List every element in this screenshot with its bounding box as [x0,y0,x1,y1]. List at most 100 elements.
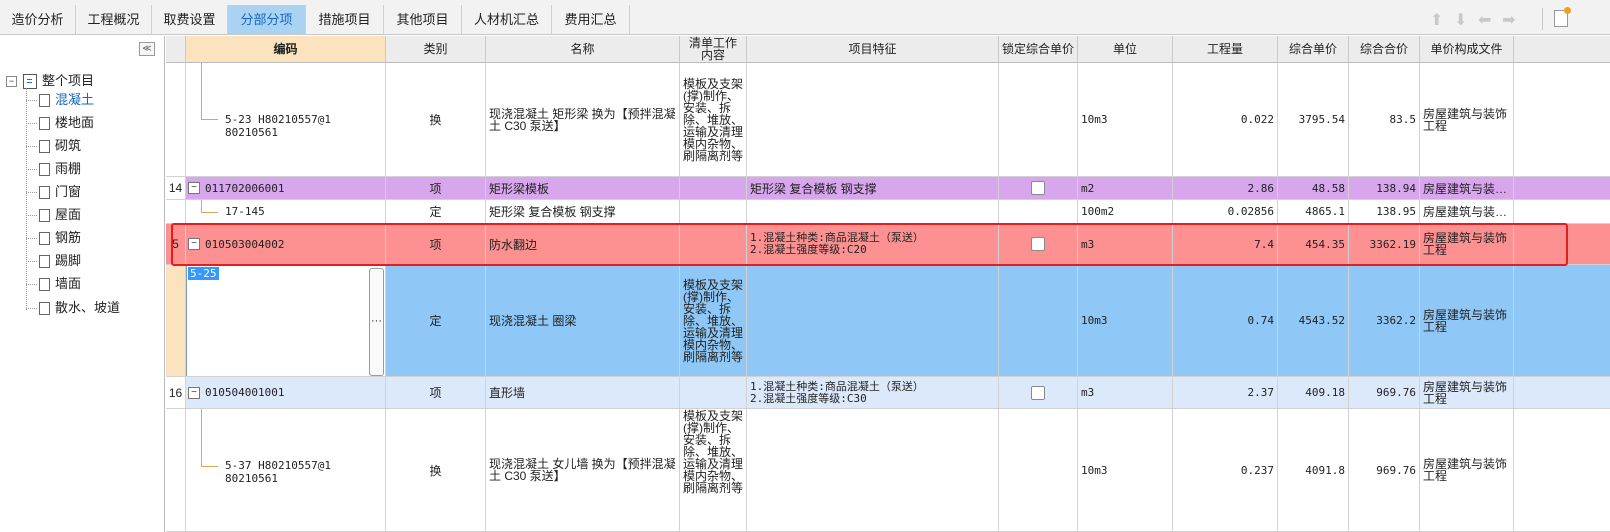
price-file-cell: 房屋建筑与装饰工程 [1420,265,1514,377]
lock-price-checkbox[interactable] [1031,237,1045,251]
tab-measure-items[interactable]: 措施项目 [306,5,384,34]
toolbar-icons: ⬆ ⬇ ⬅ ➡ [1430,7,1610,30]
header-lock-unit-price[interactable]: 锁定综合单价 [999,36,1078,63]
table-row[interactable]: 14 −011702006001 项 矩形梁模板 矩形梁 复合模板 钢支撑 m2… [166,177,1610,200]
feature-cell[interactable] [747,265,999,377]
lock-price-checkbox[interactable] [1031,181,1045,195]
collapse-row-icon[interactable]: − [188,182,200,194]
feature-cell[interactable]: 1.混凝土种类:商品混凝土（泵送） 2.混凝土强度等级:C20 [747,224,999,265]
quantity-cell[interactable]: 0.237 [1173,409,1278,532]
move-up-icon[interactable]: ⬆ [1430,10,1443,30]
lock-cell [999,63,1078,177]
table-row[interactable]: 17-145 定 矩形梁 复合模板 钢支撑 100m2 0.02856 4865… [166,200,1610,224]
feature-cell[interactable] [747,63,999,177]
document-icon [39,278,50,292]
table-row[interactable]: 5-23 H80210557@1 80210561 换 现浇混凝土 矩形梁 换为… [166,63,1610,177]
quantity-cell[interactable]: 0.022 [1173,63,1278,177]
feature-cell[interactable]: 矩形梁 复合模板 钢支撑 [747,177,999,200]
header-item-features[interactable]: 项目特征 [747,36,999,63]
table-row-selected[interactable]: 5-25 ··· 定 现浇混凝土 圈梁 模板及支架(撑)制作、安装、拆除、堆放、… [166,265,1610,377]
code-edit-field[interactable]: 5-25 ··· [186,265,385,376]
header-filler [1514,36,1610,63]
unit-cell: m3 [1078,377,1173,409]
tree-item-apron-ramp[interactable]: 散水、坡道 [26,297,120,319]
name-cell[interactable]: 现浇混凝土 女儿墙 换为【预拌混凝土 C30 泵送】 [486,409,680,532]
tab-fee-settings[interactable]: 取费设置 [152,5,228,34]
document-icon [39,117,50,131]
document-icon [39,232,50,246]
header-price-file[interactable]: 单价构成文件 [1420,36,1514,63]
header-quantity[interactable]: 工程量 [1173,36,1278,63]
quantity-cell[interactable]: 0.02856 [1173,200,1278,224]
table-row-highlighted[interactable]: 5 −010503004002 项 防水翻边 1.混凝土种类:商品混凝土（泵送）… [166,224,1610,265]
settings-icon[interactable] [1554,7,1571,27]
code-cell[interactable]: 17-145 [186,200,386,224]
tab-other-items[interactable]: 其他项目 [384,5,462,34]
row-number-cell [166,409,186,532]
total-price-cell: 3362.19 [1349,224,1420,265]
quantity-cell[interactable]: 0.74 [1173,265,1278,377]
collapse-row-icon[interactable]: − [188,386,200,399]
tree-item-masonry[interactable]: 砌筑 [26,135,81,157]
row-number-cell: 16 [166,377,186,409]
ellipsis-button[interactable]: ··· [369,268,384,376]
name-cell[interactable]: 矩形梁模板 [486,177,680,200]
table-row[interactable]: 5-37 H80210557@1 80210561 换 现浇混凝土 女儿墙 换为… [166,409,1610,532]
document-icon [39,163,50,177]
code-cell[interactable]: 5-23 H80210557@1 80210561 [186,63,386,177]
unit-cell: 10m3 [1078,63,1173,177]
quantity-cell[interactable]: 2.86 [1173,177,1278,200]
feature-cell[interactable] [747,200,999,224]
code-cell[interactable]: 5-25 ··· [186,265,386,377]
code-cell[interactable]: 5-37 H80210557@1 80210561 [186,409,386,532]
header-unit[interactable]: 单位 [1078,36,1173,63]
collapse-row-icon[interactable]: − [188,238,200,250]
quantity-cell[interactable]: 7.4 [1173,224,1278,265]
tab-cost-summary[interactable]: 费用汇总 [552,5,630,34]
tab-labor-material-summary[interactable]: 人材机汇总 [462,5,552,34]
header-code[interactable]: 编码 [186,36,386,63]
project-icon [23,74,37,90]
work-content-cell [680,200,747,224]
tab-project-overview[interactable]: 工程概况 [76,5,152,34]
move-down-icon[interactable]: ⬇ [1454,10,1467,30]
total-price-cell: 3362.2 [1349,265,1420,377]
feature-cell[interactable] [747,409,999,532]
table-row[interactable]: 16 −010504001001 项 直形墙 1.混凝土种类:商品混凝土（泵送）… [166,377,1610,409]
collapse-icon[interactable]: − [6,76,17,88]
quantity-cell[interactable]: 2.37 [1173,377,1278,409]
tab-divisional-items[interactable]: 分部分项 [228,5,306,34]
header-total-price[interactable]: 综合合价 [1349,36,1420,63]
collapse-panel-button[interactable]: ≪ [139,42,155,56]
tree-item-concrete[interactable]: 混凝土 [26,89,94,111]
unit-cell: 10m3 [1078,265,1173,377]
tree-item-canopy[interactable]: 雨棚 [26,158,81,180]
total-price-cell: 83.5 [1349,63,1420,177]
tree-item-rebar[interactable]: 钢筋 [26,227,81,249]
header-unit-price[interactable]: 综合单价 [1278,36,1349,63]
header-name[interactable]: 名称 [486,36,680,63]
arrow-left-icon[interactable]: ⬅ [1478,10,1491,30]
header-work-content[interactable]: 清单工作内容 [680,36,747,63]
header-type[interactable]: 类别 [386,36,486,63]
price-file-cell: 房屋建筑与装饰工程 [1420,224,1514,265]
tree-root[interactable]: − 整个项目 [6,70,94,90]
tree-item-roof[interactable]: 屋面 [26,204,81,226]
name-cell[interactable]: 防水翻边 [486,224,680,265]
tree-item-doors-windows[interactable]: 门窗 [26,181,81,203]
code-cell[interactable]: −010504001001 [186,377,386,409]
tree-item-skirting[interactable]: 踢脚 [26,250,81,272]
name-cell[interactable]: 直形墙 [486,377,680,409]
code-cell[interactable]: −010503004002 [186,224,386,265]
name-cell[interactable]: 现浇混凝土 矩形梁 换为【预拌混凝土 C30 泵送】 [486,63,680,177]
tree-item-wall-surface[interactable]: 墙面 [26,273,81,295]
lock-price-checkbox[interactable] [1031,385,1045,400]
price-file-cell: 房屋建筑与装… [1420,177,1514,200]
arrow-right-icon[interactable]: ➡ [1502,10,1515,30]
name-cell[interactable]: 矩形梁 复合模板 钢支撑 [486,200,680,224]
name-cell[interactable]: 现浇混凝土 圈梁 [486,265,680,377]
tree-item-floor[interactable]: 楼地面 [26,112,94,134]
feature-cell[interactable]: 1.混凝土种类:商品混凝土（泵送） 2.混凝土强度等级:C30 [747,377,999,409]
code-cell[interactable]: −011702006001 [186,177,386,200]
tab-cost-analysis[interactable]: 造价分析 [0,5,76,34]
